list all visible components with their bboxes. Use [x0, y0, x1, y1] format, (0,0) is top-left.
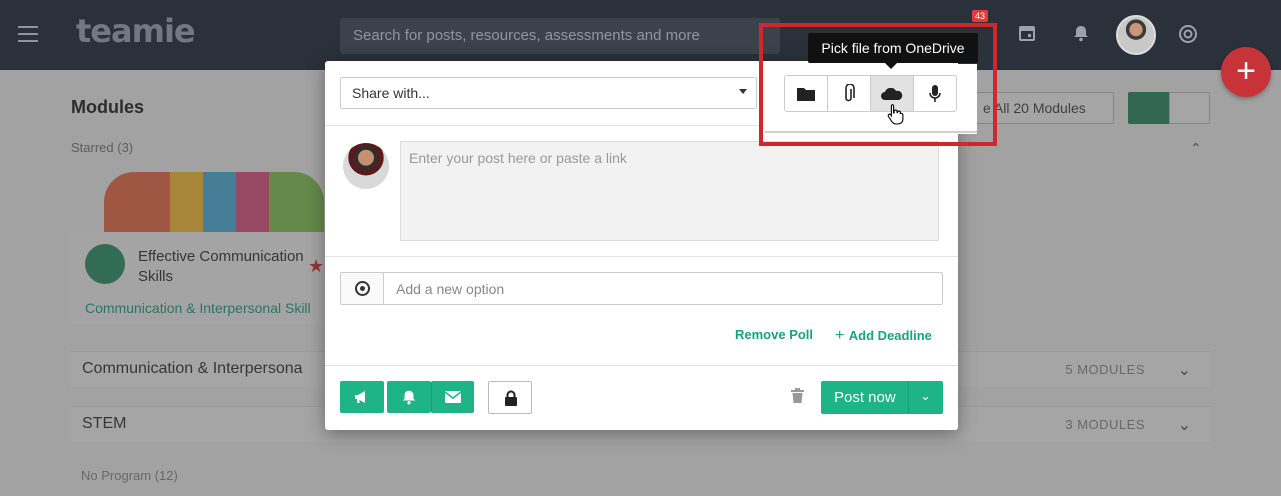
help-icon[interactable] — [1178, 24, 1198, 44]
add-deadline-label: Add Deadline — [848, 328, 932, 343]
chevron-down-icon[interactable]: ⌄ — [920, 388, 931, 404]
lock-button[interactable] — [488, 381, 532, 414]
trash-icon[interactable] — [791, 388, 804, 407]
avatar[interactable] — [1116, 15, 1156, 55]
share-with-select[interactable]: Share with... — [340, 77, 757, 109]
share-with-label: Share with... — [352, 85, 430, 101]
annotation-highlight-box — [759, 23, 997, 146]
notify-button[interactable] — [387, 381, 431, 413]
divider — [908, 381, 909, 414]
post-now-label: Post now — [834, 389, 896, 406]
poll-option-input[interactable]: Add a new option — [383, 272, 943, 305]
poll-radio[interactable] — [340, 272, 384, 305]
bell-icon — [402, 390, 416, 405]
divider — [325, 256, 958, 257]
divider — [325, 365, 958, 366]
add-fab-button[interactable]: + — [1221, 47, 1271, 97]
post-now-button[interactable]: Post now ⌄ — [821, 381, 943, 414]
announcement-button[interactable] — [340, 381, 384, 413]
post-textarea[interactable]: Enter your post here or paste a link — [400, 141, 939, 241]
author-avatar — [343, 143, 389, 189]
calendar-icon[interactable] — [1017, 24, 1037, 44]
notification-badge: 43 — [972, 10, 989, 22]
bell-icon[interactable] — [1071, 24, 1091, 44]
teamie-logo[interactable]: teamie — [76, 12, 196, 50]
megaphone-icon — [355, 391, 365, 403]
search-input[interactable]: Search for posts, resources, assessments… — [340, 18, 780, 54]
plus-icon: + — [835, 327, 849, 344]
top-header: teamie Search for posts, resources, asse… — [0, 0, 1281, 70]
caret-down-icon — [739, 89, 747, 94]
add-deadline-link[interactable]: + Add Deadline — [835, 327, 932, 345]
lock-icon — [505, 390, 517, 406]
mail-icon — [444, 391, 462, 403]
menu-icon[interactable] — [18, 26, 38, 42]
remove-poll-link[interactable]: Remove Poll — [735, 327, 813, 342]
email-button[interactable] — [431, 381, 474, 413]
